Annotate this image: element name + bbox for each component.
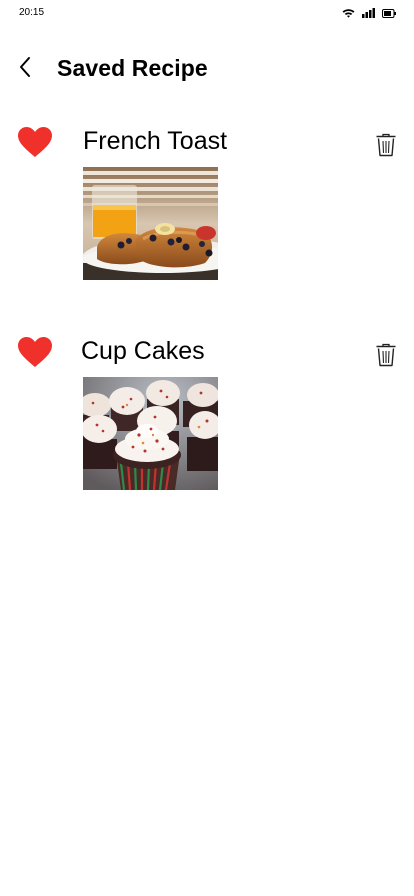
signal-icon <box>362 8 375 18</box>
recipe-card-cup-cakes: Cup Cakes <box>0 330 414 500</box>
chevron-left-icon <box>18 56 32 83</box>
page-title: Saved Recipe <box>57 55 208 81</box>
delete-button[interactable] <box>375 133 397 157</box>
heart-icon <box>17 337 53 372</box>
status-bar: 20:15 <box>0 0 414 26</box>
battery-icon <box>382 8 396 18</box>
favorite-button[interactable] <box>17 126 53 158</box>
wifi-icon <box>342 8 355 18</box>
heart-icon <box>17 127 53 162</box>
recipe-card-french-toast: French Toast <box>0 120 414 290</box>
recipe-name[interactable]: French Toast <box>83 127 227 156</box>
status-icons <box>342 8 396 18</box>
back-button[interactable] <box>13 54 37 84</box>
delete-button[interactable] <box>375 343 397 367</box>
favorite-button[interactable] <box>17 336 53 368</box>
recipe-name[interactable]: Cup Cakes <box>81 337 205 366</box>
saved-recipe-screen: 20:15 Saved Recipe French Toast Cup Cake… <box>0 0 414 896</box>
french-toast-photo[interactable] <box>83 167 218 280</box>
header: Saved Recipe <box>0 50 414 88</box>
trash-icon <box>375 343 397 371</box>
trash-icon <box>375 133 397 161</box>
status-time: 20:15 <box>19 7 45 18</box>
cupcakes-photo[interactable] <box>83 377 218 490</box>
